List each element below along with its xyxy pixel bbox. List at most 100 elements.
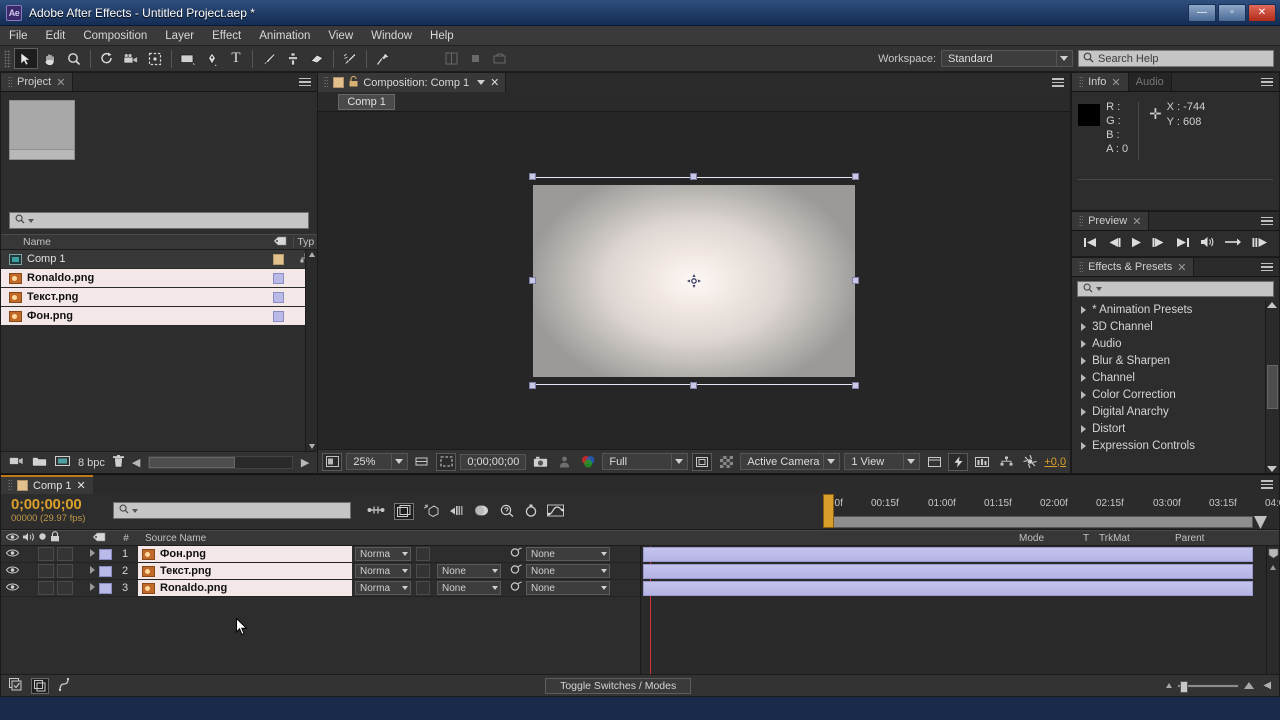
tab-effects-presets[interactable]: Effects & Presets ✕ [1072, 258, 1195, 276]
current-time-display[interactable]: 0;00;00;00 [460, 453, 527, 470]
loop-icon[interactable] [1224, 237, 1242, 250]
selection-handle[interactable] [529, 172, 537, 180]
solo-toggle[interactable] [38, 547, 54, 561]
timeline-zoom-slider[interactable] [1166, 680, 1255, 693]
panel-menu-icon[interactable] [1261, 480, 1273, 489]
menu-edit[interactable]: Edit [37, 26, 75, 46]
solo-toggle[interactable] [38, 564, 54, 578]
chevron-right-icon[interactable] [1081, 339, 1087, 348]
layer-duration-bar[interactable] [643, 564, 1253, 579]
type-tool-icon[interactable]: T [224, 48, 248, 69]
list-item[interactable]: Channel [1072, 369, 1279, 386]
clone-stamp-tool-icon[interactable] [281, 48, 305, 69]
layer-source-name[interactable]: Ronaldo.png [138, 580, 352, 596]
layer-duration-bar[interactable] [643, 581, 1253, 596]
delete-icon[interactable] [112, 454, 124, 471]
column-trkmat[interactable]: TrkMat [1095, 533, 1169, 544]
chevron-right-icon[interactable] [1081, 424, 1087, 433]
project-settings-icon[interactable] [55, 455, 70, 470]
trkmat-dropdown[interactable]: None [437, 564, 501, 578]
puppet-pin-tool-icon[interactable] [371, 48, 395, 69]
new-folder-icon[interactable] [32, 455, 47, 470]
list-item[interactable]: Distort [1072, 420, 1279, 437]
effects-vertical-scrollbar[interactable] [1265, 301, 1278, 473]
panel-menu-icon[interactable] [1261, 77, 1273, 87]
parent-dropdown[interactable]: None [526, 547, 610, 561]
chevron-right-icon[interactable] [1081, 390, 1087, 399]
video-eye-icon[interactable] [5, 582, 20, 595]
lock-toggle[interactable] [57, 581, 73, 595]
preserve-transparency-toggle[interactable] [416, 581, 430, 595]
draft-3d-icon[interactable] [394, 503, 414, 520]
project-search-input[interactable] [9, 212, 310, 229]
transparency-grid-icon[interactable] [716, 453, 736, 471]
effects-search-input[interactable] [1077, 281, 1274, 297]
hand-tool-icon[interactable] [38, 48, 62, 69]
list-item[interactable]: Color Correction [1072, 386, 1279, 403]
brainstorm-icon[interactable] [499, 504, 515, 520]
preserve-transparency-toggle[interactable] [416, 564, 430, 578]
tab-timeline-comp1[interactable]: Comp 1 ✕ [1, 475, 93, 494]
menu-composition[interactable]: Composition [74, 26, 156, 46]
label-color-swatch[interactable] [273, 310, 285, 322]
expand-triangle-icon[interactable] [85, 582, 99, 594]
exposure-reset-icon[interactable] [1020, 453, 1040, 471]
chevron-right-icon[interactable] [1081, 373, 1087, 382]
bit-depth-label[interactable]: 8 bpc [78, 457, 105, 469]
timecode-value[interactable]: 0;00;00;00 [11, 496, 113, 513]
anchor-point-icon[interactable] [687, 273, 702, 288]
label-color-swatch[interactable] [273, 272, 285, 284]
playhead-marker[interactable] [823, 494, 834, 528]
channel-select-icon[interactable] [578, 453, 598, 471]
list-item[interactable]: Фон.png [1, 307, 318, 326]
expand-triangle-icon[interactable] [85, 548, 99, 560]
show-snapshot-icon[interactable] [554, 453, 574, 471]
layer-source-name[interactable]: Текст.png [138, 563, 352, 579]
zoom-level-dropdown[interactable]: 25% [346, 453, 409, 470]
resolution-dropdown[interactable]: Full [602, 453, 689, 470]
enable-frame-blending-icon[interactable] [449, 504, 465, 520]
close-icon[interactable]: ✕ [77, 479, 86, 492]
toggle-switches-modes-button[interactable]: Toggle Switches / Modes [545, 677, 692, 694]
layer-source-name[interactable]: Фон.png [138, 546, 352, 562]
toggle-switches-modes-icon[interactable] [31, 677, 49, 694]
tab-audio[interactable]: Audio [1128, 73, 1172, 91]
next-frame-icon[interactable] [1152, 237, 1166, 251]
close-icon[interactable]: ✕ [56, 76, 65, 89]
panel-menu-icon[interactable] [1261, 216, 1273, 226]
fast-previews-icon[interactable] [948, 452, 969, 471]
solo-toggle[interactable] [38, 581, 54, 595]
minimize-button[interactable]: — [1188, 3, 1216, 22]
list-item[interactable]: * Animation Presets [1072, 301, 1279, 318]
label-color-swatch[interactable] [273, 253, 285, 265]
close-icon[interactable]: ✕ [1177, 261, 1186, 274]
column-parent[interactable]: Parent [1169, 533, 1279, 544]
lock-toggle[interactable] [57, 564, 73, 578]
column-t[interactable]: T [1077, 533, 1095, 544]
menu-layer[interactable]: Layer [156, 26, 203, 46]
table-row[interactable]: 3 Ronaldo.png Norma None None [1, 580, 640, 597]
work-area-end-handle[interactable] [1254, 516, 1267, 529]
list-item[interactable]: Audio [1072, 335, 1279, 352]
tab-composition[interactable]: Composition: Comp 1 ✕ [318, 73, 507, 92]
auto-keyframe-icon[interactable] [524, 504, 538, 520]
timeline-ruler[interactable]: 00f 00:15f 01:00f 01:15f 02:00f 02:15f 0… [823, 494, 1280, 529]
search-help-input[interactable]: Search Help [1078, 50, 1274, 67]
menu-effect[interactable]: Effect [203, 26, 250, 46]
comp-flowchart-icon[interactable] [996, 453, 1016, 471]
trkmat-dropdown[interactable]: None [437, 581, 501, 595]
hide-shy-layers-icon[interactable] [423, 503, 440, 520]
roto-brush-tool-icon[interactable] [338, 48, 362, 69]
composition-flowchart-icon[interactable] [9, 677, 22, 694]
lock-toggle[interactable] [57, 547, 73, 561]
label-color-swatch[interactable] [273, 291, 285, 303]
zoom-in-icon[interactable] [1244, 682, 1255, 689]
zoom-out-icon[interactable] [1166, 683, 1173, 688]
scroll-right-icon[interactable]: ▶ [301, 456, 309, 469]
list-item[interactable]: Blur & Sharpen [1072, 352, 1279, 369]
selection-handle[interactable] [852, 381, 860, 389]
scrollbar-thumb[interactable] [1266, 365, 1278, 409]
workspace-dropdown[interactable]: Standard [941, 50, 1073, 67]
live-update-icon[interactable] [367, 504, 385, 519]
lock-icon[interactable] [349, 75, 358, 90]
